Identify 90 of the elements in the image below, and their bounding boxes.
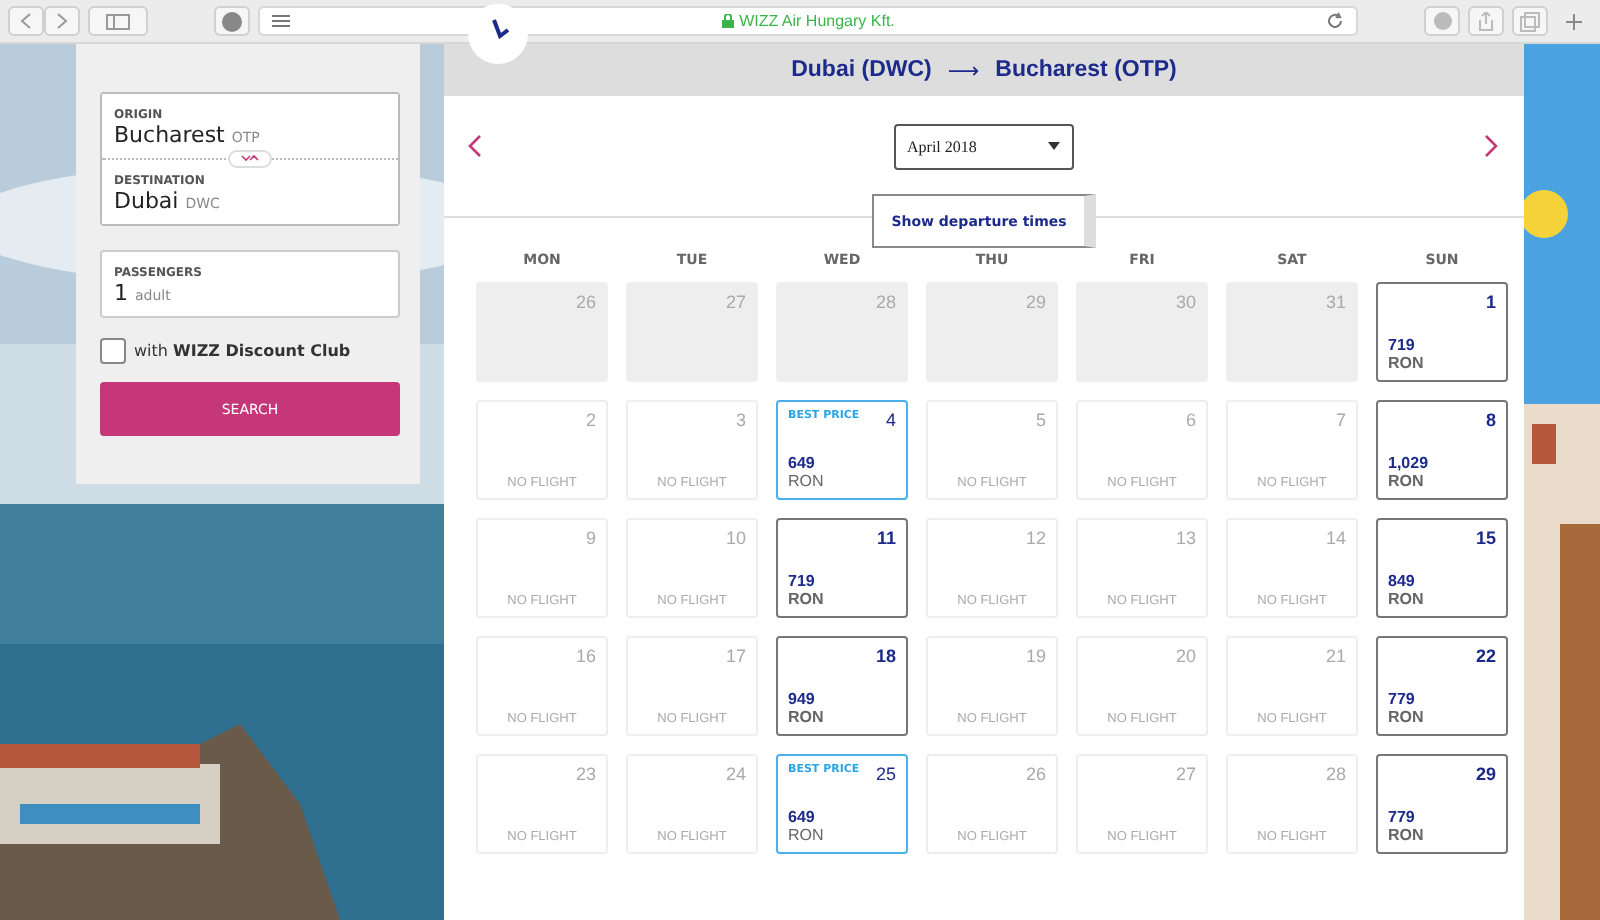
day-number: 3 <box>735 410 746 430</box>
day-cell[interactable]: 1 719 RON <box>1376 282 1508 382</box>
day-number: 18 <box>875 646 896 666</box>
day-number: 23 <box>575 764 596 784</box>
day-number: 1 <box>1485 292 1496 312</box>
day-number: 27 <box>725 292 746 312</box>
route-arrow: ⟶ <box>947 57 980 83</box>
day-cell[interactable]: 18 949 RON <box>776 636 908 736</box>
day-number: 22 <box>1475 646 1496 666</box>
day-number: 14 <box>1325 528 1346 548</box>
day-cell[interactable]: 11 719 RON <box>776 518 908 618</box>
dropdown-caret-icon <box>1047 142 1059 150</box>
day-cell[interactable]: 8 1,029 RON <box>1376 400 1508 500</box>
day-number: 17 <box>725 646 746 666</box>
day-number: 27 <box>1175 764 1196 784</box>
download-button[interactable] <box>1424 6 1460 36</box>
url-text: WIZZ Air Hungary Kft. <box>739 12 895 30</box>
day-cell[interactable]: 29 779 RON <box>1376 754 1508 854</box>
day-number: 30 <box>1175 292 1196 312</box>
lock-icon <box>721 14 734 28</box>
price-amount: 719 <box>1388 336 1417 354</box>
price-amount: 719 <box>788 572 817 590</box>
day-number: 26 <box>1025 764 1046 784</box>
share-icon <box>1478 11 1494 31</box>
price-amount: 779 <box>1388 808 1417 826</box>
price-amount: 649 <box>788 454 817 472</box>
chevron-right-icon <box>56 12 68 30</box>
day-number: 25 <box>875 764 896 784</box>
back-button[interactable] <box>8 6 44 36</box>
currency-label: RON <box>1388 590 1426 608</box>
day-number: 9 <box>585 528 596 548</box>
route-to: Bucharest (OTP) <box>995 58 1177 82</box>
previous-month-icon[interactable] <box>466 134 482 158</box>
day-number: 31 <box>1325 292 1346 312</box>
day-cell[interactable]: 22 779 RON <box>1376 636 1508 736</box>
day-number: 19 <box>1025 646 1046 666</box>
discount-checkbox[interactable] <box>100 338 126 364</box>
sidebar-icon <box>106 13 130 29</box>
privacy-button[interactable] <box>214 6 250 36</box>
circle-icon <box>222 11 242 31</box>
day-number: 16 <box>575 646 596 666</box>
currency-label: RON <box>1388 472 1426 490</box>
currency-label: RON <box>1388 354 1426 372</box>
day-number: 15 <box>1475 528 1496 548</box>
chevron-left-icon <box>20 12 32 30</box>
price-amount: 779 <box>1388 690 1417 708</box>
tabs-button[interactable] <box>1512 6 1548 36</box>
tabs-icon <box>1520 11 1540 31</box>
day-cell[interactable]: 15 849 RON <box>1376 518 1508 618</box>
reload-icon[interactable] <box>1326 12 1344 30</box>
logo-icon <box>468 4 528 64</box>
swap-icon[interactable] <box>228 150 272 168</box>
price-amount: 949 <box>788 690 817 708</box>
day-number: 8 <box>1485 410 1496 430</box>
day-number: 21 <box>1325 646 1346 666</box>
day-number: 28 <box>1325 764 1346 784</box>
month-select[interactable]: April 2018 <box>893 123 1073 169</box>
day-number: 26 <box>575 292 596 312</box>
menu-icon <box>272 14 290 28</box>
forward-button[interactable] <box>44 6 80 36</box>
day-number: 28 <box>875 292 896 312</box>
price-amount: 649 <box>788 808 817 826</box>
day-number: 20 <box>1175 646 1196 666</box>
day-number: 24 <box>725 764 746 784</box>
plus-icon <box>1566 13 1582 29</box>
currency-label: RON <box>788 708 826 726</box>
day-number: 4 <box>885 410 896 430</box>
day-number: 5 <box>1035 410 1046 430</box>
day-number: 11 <box>876 528 896 548</box>
route-from: Dubai (DWC) <box>791 58 932 82</box>
sidebar-button[interactable] <box>88 6 148 36</box>
currency-label: RON <box>1388 708 1426 726</box>
price-amount: 849 <box>1388 572 1417 590</box>
currency-label: RON <box>788 590 826 608</box>
day-number: 29 <box>1475 764 1496 784</box>
next-month-icon[interactable] <box>1484 134 1500 158</box>
day-number: 2 <box>585 410 596 430</box>
price-amount: 1,029 <box>1388 454 1431 472</box>
day-number: 6 <box>1185 410 1196 430</box>
currency-label: RON <box>1388 826 1426 844</box>
circle-icon <box>1433 12 1451 30</box>
share-button[interactable] <box>1468 6 1504 36</box>
day-number: 12 <box>1025 528 1046 548</box>
currency-label: RON <box>788 826 826 844</box>
currency-label: RON <box>788 472 826 490</box>
day-number: 10 <box>725 528 746 548</box>
day-number: 29 <box>1025 292 1046 312</box>
discount-label: with WIZZ Discount Club <box>134 342 351 360</box>
day-number: 13 <box>1175 528 1196 548</box>
day-number: 7 <box>1335 410 1346 430</box>
